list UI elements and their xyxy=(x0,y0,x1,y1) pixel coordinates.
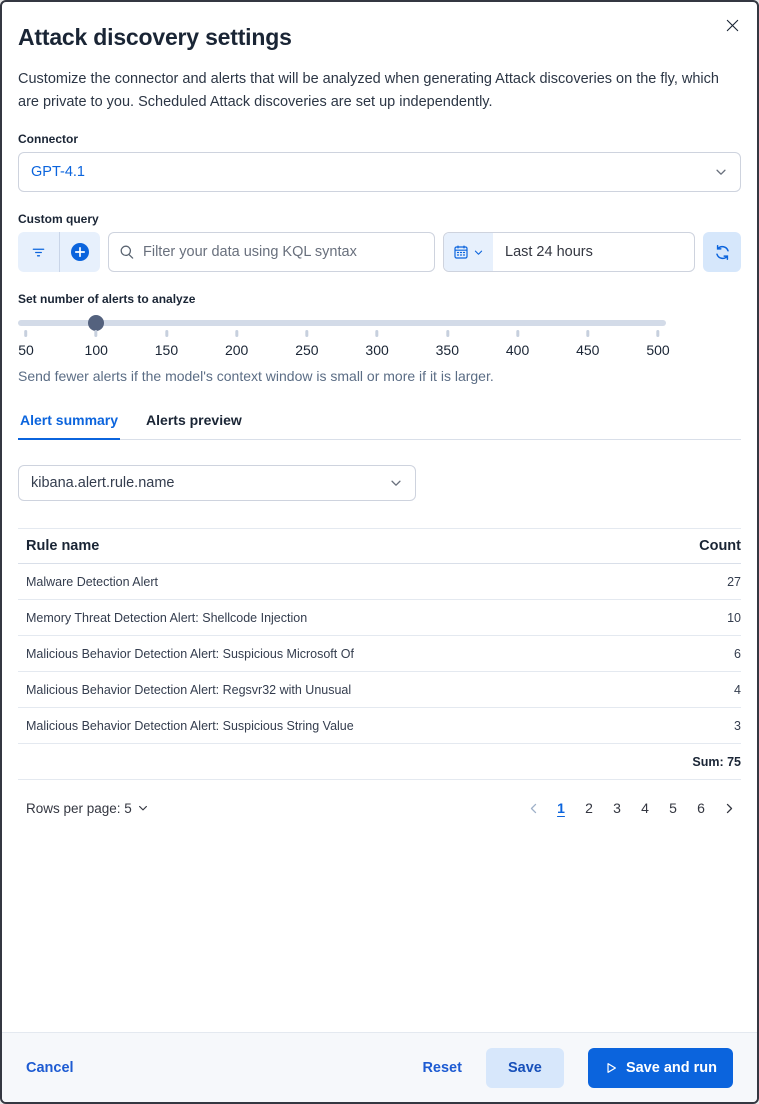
save-and-run-label: Save and run xyxy=(625,1059,717,1076)
page-button-5[interactable]: 5 xyxy=(661,796,685,820)
field-select[interactable]: kibana.alert.rule.name xyxy=(18,465,416,502)
connector-select[interactable]: GPT-4.1 xyxy=(18,152,741,193)
calendar-icon[interactable] xyxy=(444,233,493,272)
table-row: Memory Threat Detection Alert: Shellcode… xyxy=(18,600,741,637)
footer-actions: Reset Save Save and run xyxy=(422,1047,733,1088)
connector-value: GPT-4.1 xyxy=(31,164,85,181)
attack-discovery-settings-flyout: Attack discovery settings Customize the … xyxy=(0,0,759,1104)
slider-tick: 50 xyxy=(18,330,34,358)
table-row: Malicious Behavior Detection Alert: Regs… xyxy=(18,672,741,709)
refresh-icon[interactable] xyxy=(703,232,741,273)
save-button[interactable]: Save xyxy=(485,1047,564,1088)
rule-name-cell: Malicious Behavior Detection Alert: Regs… xyxy=(26,682,352,697)
rows-per-page-button[interactable]: Rows per page: 5 xyxy=(18,801,149,816)
time-range-value[interactable]: Last 24 hours xyxy=(493,233,605,271)
rule-name-cell: Malicious Behavior Detection Alert: Susp… xyxy=(26,718,354,733)
previous-page-icon[interactable] xyxy=(521,796,545,820)
rows-per-page-label: Rows per page: 5 xyxy=(26,800,132,816)
add-filter-icon[interactable] xyxy=(60,232,101,272)
custom-query-label: Custom query xyxy=(18,212,99,227)
column-count[interactable]: Count xyxy=(699,538,741,554)
slider-tick: 300 xyxy=(365,330,389,358)
query-bar: Last 24 hours xyxy=(18,232,741,273)
slider-ticks: 50 100 150 200 250 300 350 400 450 500 xyxy=(18,326,670,360)
search-icon xyxy=(119,244,135,260)
alerts-slider-label: Set number of alerts to analyze xyxy=(18,292,196,307)
close-icon[interactable] xyxy=(720,13,744,37)
page-button-3[interactable]: 3 xyxy=(605,796,629,820)
kql-search-input[interactable] xyxy=(143,244,424,261)
slider-tick: 350 xyxy=(436,330,459,358)
count-cell: 4 xyxy=(734,682,741,697)
page-button-4[interactable]: 4 xyxy=(633,796,657,820)
count-cell: 6 xyxy=(734,646,741,661)
connector-label: Connector xyxy=(18,132,78,147)
table-row: Malicious Behavior Detection Alert: Susp… xyxy=(18,708,741,745)
filter-button-group xyxy=(18,232,101,273)
next-page-icon[interactable] xyxy=(717,796,741,820)
date-picker: Last 24 hours xyxy=(443,232,695,273)
page-button-6[interactable]: 6 xyxy=(689,796,713,820)
page-button-1[interactable]: 1 xyxy=(549,796,573,820)
chevron-down-icon xyxy=(714,165,728,179)
tab-bar: Alert summary Alerts preview xyxy=(18,406,741,441)
count-cell: 27 xyxy=(727,574,741,589)
alert-summary-table: Rule name Count Malware Detection Alert … xyxy=(18,528,741,781)
table-row: Malicious Behavior Detection Alert: Susp… xyxy=(18,636,741,673)
connector-section: Connector GPT-4.1 xyxy=(18,132,741,193)
chevron-down-icon xyxy=(138,806,147,811)
filter-icon[interactable] xyxy=(18,232,59,272)
slider-help-text: Send fewer alerts if the model's context… xyxy=(18,368,494,385)
pagination: Rows per page: 5 1 2 3 4 5 6 xyxy=(18,792,741,824)
count-cell: 3 xyxy=(734,718,741,733)
sum-value: Sum: 75 xyxy=(692,754,741,769)
page-buttons: 1 2 3 4 5 6 xyxy=(521,796,741,820)
reset-button[interactable]: Reset xyxy=(422,1060,462,1076)
column-rule-name[interactable]: Rule name xyxy=(18,538,99,554)
table-sum-row: Sum: 75 xyxy=(18,744,741,781)
slider-tick: 200 xyxy=(225,330,248,358)
rule-name-cell: Malicious Behavior Detection Alert: Susp… xyxy=(26,646,354,661)
slider-tick: 150 xyxy=(155,330,178,358)
table-row: Malware Detection Alert 27 xyxy=(18,564,741,601)
flyout-body: Attack discovery settings Customize the … xyxy=(2,2,757,1032)
play-icon xyxy=(607,1062,616,1073)
slider-tick: 400 xyxy=(506,330,529,358)
flyout-footer: Cancel Reset Save Save and run xyxy=(2,1032,757,1102)
slider-tick: 500 xyxy=(646,330,670,358)
table-header: Rule name Count xyxy=(18,528,741,565)
save-and-run-button[interactable]: Save and run xyxy=(587,1047,733,1088)
slider-tick: 250 xyxy=(295,330,319,358)
tab-alerts-preview[interactable]: Alerts preview xyxy=(144,406,244,440)
dialog-description: Customize the connector and alerts that … xyxy=(18,71,719,111)
alerts-range-slider: 50 100 150 200 250 300 350 400 450 500 xyxy=(18,315,670,360)
chevron-down-icon xyxy=(389,476,403,490)
alerts-slider-section: Set number of alerts to analyze 50 100 1… xyxy=(18,292,741,384)
cancel-button[interactable]: Cancel xyxy=(26,1060,74,1076)
tab-alert-summary[interactable]: Alert summary xyxy=(18,406,121,441)
slider-tick: 100 xyxy=(85,330,108,358)
slider-tick: 450 xyxy=(576,330,599,358)
custom-query-section: Custom query Filter your data using KQL … xyxy=(18,212,741,273)
page-button-2[interactable]: 2 xyxy=(577,796,601,820)
field-select-value: kibana.alert.rule.name xyxy=(31,475,175,492)
rule-name-cell: Malware Detection Alert xyxy=(26,574,159,589)
kql-search-box[interactable] xyxy=(108,232,435,273)
page-title: Attack discovery settings xyxy=(18,24,292,50)
rule-name-cell: Memory Threat Detection Alert: Shellcode… xyxy=(26,610,308,625)
count-cell: 10 xyxy=(727,610,741,625)
